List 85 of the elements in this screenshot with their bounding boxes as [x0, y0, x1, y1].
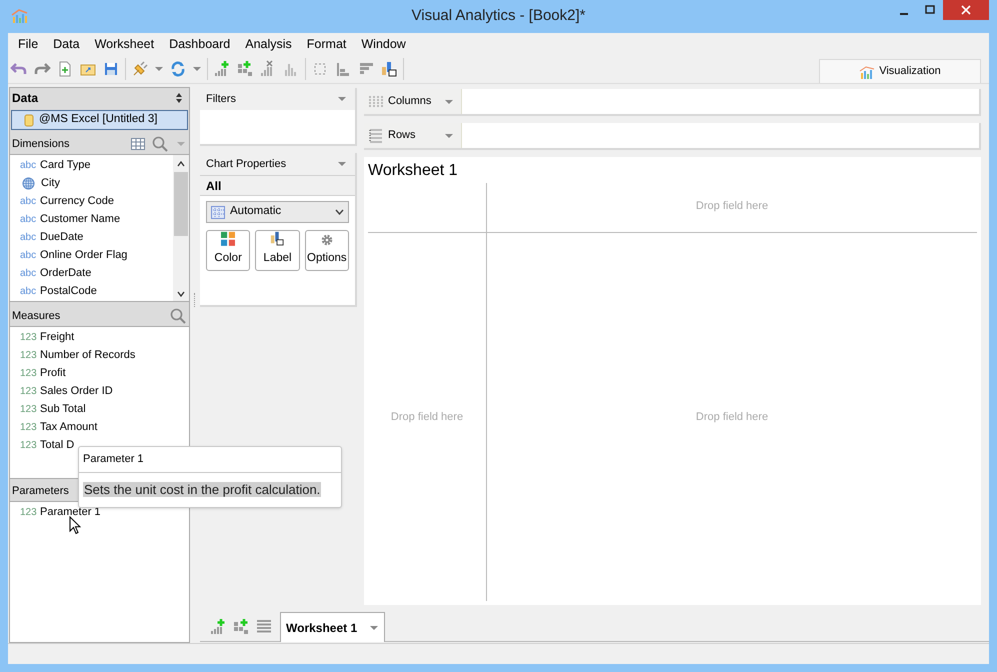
caret-icon	[444, 132, 454, 140]
close-button[interactable]	[943, 0, 989, 20]
maximize-icon	[925, 5, 935, 15]
gear-icon	[320, 232, 334, 247]
menu-item[interactable]: Dashboard	[169, 34, 230, 54]
field-item[interactable]: 123 Freight	[20, 328, 74, 346]
menu-item[interactable]: Worksheet	[94, 34, 154, 54]
scroll-up-icon	[177, 161, 185, 167]
caret-icon	[176, 140, 186, 148]
mark-type-dropdown[interactable]: Automatic	[206, 201, 349, 223]
scroll-down-icon	[177, 291, 185, 297]
panel-title: Dimensions	[12, 136, 70, 152]
property-button[interactable]: Color	[206, 230, 250, 271]
tooltip-title: Parameter 1	[79, 447, 341, 473]
globe-icon	[22, 176, 35, 190]
property-button[interactable]: Label	[255, 230, 300, 271]
search-icon	[152, 136, 168, 152]
scrollbar[interactable]	[173, 155, 189, 301]
panel-title: Chart Properties	[206, 156, 288, 172]
caret-icon[interactable]	[154, 65, 164, 73]
tooltip-text: Sets the unit cost in the profit calculation.	[83, 482, 322, 497]
field-item[interactable]: abc OrderDate	[20, 264, 92, 282]
field-item[interactable]: abc Online Order Flag	[20, 246, 128, 264]
worksheet-title: Worksheet 1	[367, 161, 459, 181]
caret-icon[interactable]	[192, 65, 202, 73]
field-item[interactable]: abc Card Type	[20, 156, 91, 174]
close-icon	[961, 5, 971, 15]
field-item[interactable]: 123 Sales Order ID	[20, 382, 113, 400]
refresh-icon[interactable]	[169, 60, 187, 78]
data-source-item[interactable]: @MS Excel [Untitled 3]	[11, 110, 188, 130]
label-icon	[269, 231, 286, 247]
field-item[interactable]: 123 Number of Records	[20, 346, 136, 364]
rows-icon	[367, 126, 385, 144]
field-item[interactable]: 123 Sub Total	[20, 400, 86, 418]
menu-item[interactable]: Data	[53, 34, 80, 54]
caret-icon	[369, 624, 380, 632]
sheet-tab[interactable]: Worksheet 1	[280, 612, 386, 642]
field-item[interactable]: City	[20, 174, 60, 192]
menu-item[interactable]: Format	[306, 34, 346, 54]
field-item[interactable]: abc Currency Code	[20, 192, 114, 210]
search-icon	[170, 308, 186, 324]
chart-icon	[859, 64, 876, 78]
list-icon[interactable]	[256, 619, 272, 633]
section-label: All	[200, 175, 355, 196]
chevron-down-icon	[335, 209, 344, 215]
field-item[interactable]: abc DueDate	[20, 228, 84, 246]
caret-icon	[444, 98, 454, 106]
menu-item[interactable]: Window	[361, 34, 406, 54]
caret-icon	[337, 95, 347, 103]
add-chart-icon[interactable]	[213, 60, 231, 78]
panel-title: Filters	[206, 92, 237, 107]
field-item[interactable]: 123 Total D	[20, 436, 74, 454]
colors-icon	[219, 231, 238, 247]
label-icon[interactable]	[380, 60, 398, 78]
field-item[interactable]: 123 Profit	[20, 364, 66, 382]
field-item[interactable]: 123 Tax Amount	[20, 418, 98, 436]
add-chart-icon[interactable]	[210, 618, 226, 634]
drop-hint: Drop field here	[696, 410, 768, 425]
shelf-label[interactable]: Rows	[364, 123, 462, 148]
add-table-icon[interactable]	[236, 60, 254, 78]
sort-arrows-icon	[175, 93, 183, 103]
drop-hint: Drop field here	[390, 410, 464, 425]
panel-title: Data	[12, 90, 38, 107]
menu-item[interactable]: Analysis	[245, 34, 292, 54]
add-table-icon[interactable]	[233, 618, 249, 634]
menu-item[interactable]: File	[18, 34, 38, 54]
plug-icon[interactable]	[131, 60, 149, 78]
save-icon[interactable]	[102, 60, 120, 78]
minimize-icon	[900, 13, 908, 15]
drop-hint: Drop field here	[696, 199, 768, 214]
database-icon	[24, 114, 34, 126]
field-item[interactable]: abc PostalCode	[20, 282, 97, 300]
table-icon	[131, 138, 145, 150]
panel-title: Parameters	[12, 484, 69, 499]
window-title: Visual Analytics - [Book2]*	[412, 6, 586, 26]
shelf-label[interactable]: Columns	[364, 89, 462, 114]
panel-title: Measures	[12, 308, 60, 324]
grid-icon	[211, 206, 225, 218]
caret-icon	[337, 160, 347, 168]
property-button[interactable]: Options	[304, 230, 349, 271]
visualization-tab[interactable]: Visualization	[819, 59, 981, 83]
field-item[interactable]: abc Customer Name	[20, 210, 120, 228]
sort-ascending-icon[interactable]	[334, 60, 352, 78]
mouse-pointer-icon	[69, 516, 81, 535]
app-logo-icon	[11, 8, 28, 24]
